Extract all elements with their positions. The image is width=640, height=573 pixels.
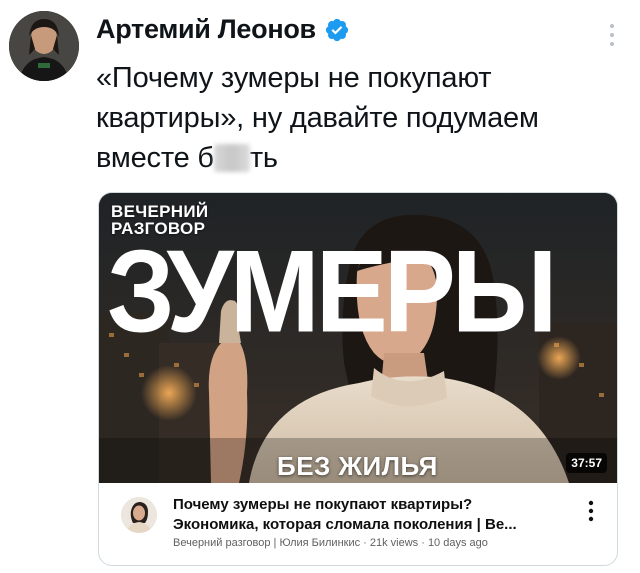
verified-badge-icon xyxy=(325,18,348,41)
tweet-text-line: вместе б ть xyxy=(96,138,626,178)
thumbnail-big-title: ЗУМЕРЫ xyxy=(107,225,557,357)
video-thumbnail[interactable]: ВЕЧЕРНИЙ РАЗГОВОР ЗУМЕРЫ БЕЗ ЖИЛЬЯ 37:57 xyxy=(99,193,617,483)
video-more-vertical-icon[interactable] xyxy=(587,499,595,523)
video-title-line: Экономика, которая сломала поколения | В… xyxy=(173,516,517,533)
tweet-text-line: квартиры», ну давайте подумаем xyxy=(96,102,539,134)
video-embed-card[interactable]: ВЕЧЕРНИЙ РАЗГОВОР ЗУМЕРЫ БЕЗ ЖИЛЬЯ 37:57… xyxy=(98,192,618,566)
video-title[interactable]: Почему зумеры не покупают квартиры? Экон… xyxy=(173,495,573,535)
censored-blur xyxy=(213,144,250,172)
tweet-text-fragment: вместе б xyxy=(96,142,214,174)
tweet-text: «Почему зумеры не покупают квартиры», ну… xyxy=(96,58,626,178)
tweet-text-line: «Почему зумеры не покупают xyxy=(96,62,492,94)
author-row: Артемий Леонов xyxy=(96,14,350,45)
thumbnail-subtitle: БЕЗ ЖИЛЬЯ xyxy=(277,451,438,481)
more-vertical-icon[interactable] xyxy=(606,22,618,48)
video-title-line: Почему зумеры не покупают квартиры? xyxy=(173,496,473,513)
author-name[interactable]: Артемий Леонов xyxy=(96,14,316,45)
tweet-text-fragment: ть xyxy=(249,142,278,174)
channel-avatar[interactable] xyxy=(121,497,157,533)
video-meta: Вечерний разговор | Юлия Билинкис · 21k … xyxy=(173,537,488,549)
author-avatar[interactable] xyxy=(9,11,79,81)
video-duration-badge: 37:57 xyxy=(566,453,607,473)
video-info: Почему зумеры не покупают квартиры? Экон… xyxy=(99,483,617,565)
